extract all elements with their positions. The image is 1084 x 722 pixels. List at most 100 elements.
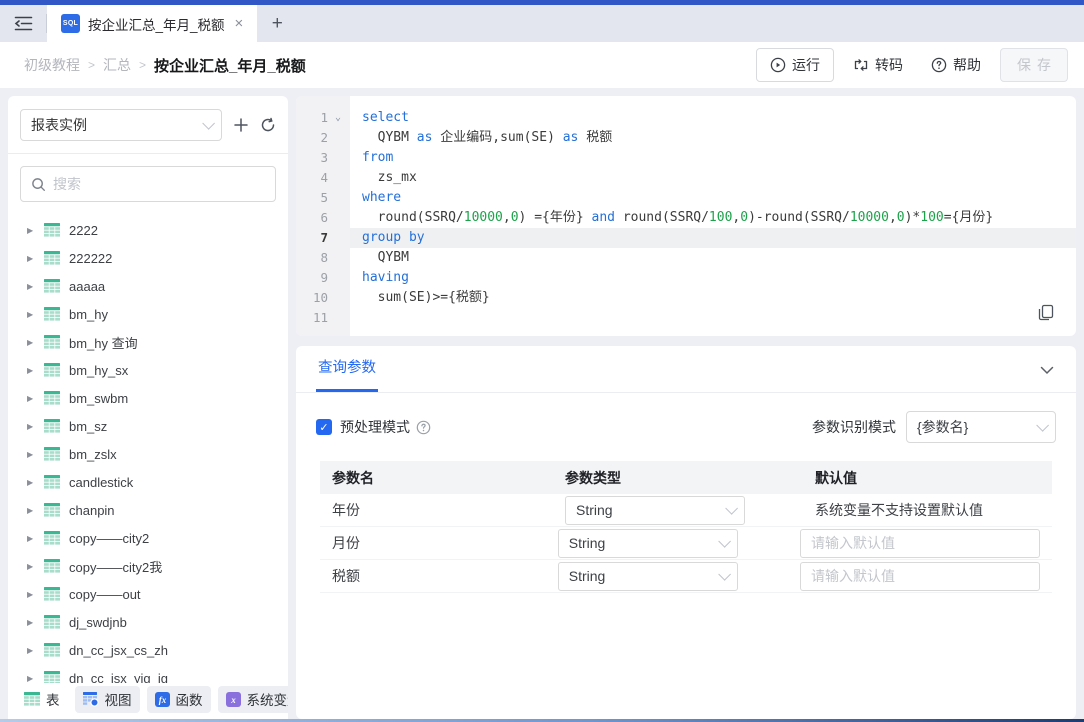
sidebar-tab-label: 视图 [105, 689, 132, 709]
caret-right-icon[interactable]: ▶ [27, 506, 35, 515]
param-mode-select[interactable]: {参数名} [906, 411, 1056, 443]
collapse-sidebar-icon[interactable] [0, 5, 46, 42]
tree-item[interactable]: ▶bm_zslx [8, 440, 288, 468]
caret-right-icon[interactable]: ▶ [27, 590, 35, 599]
tree-item[interactable]: ▶ chanpin [8, 496, 288, 524]
tree-item[interactable]: ▶aaaaa [8, 272, 288, 300]
breadcrumb-item[interactable]: 汇总 [103, 55, 131, 75]
caret-right-icon[interactable]: ▶ [27, 422, 35, 431]
refresh-icon[interactable] [260, 117, 276, 133]
tree-item-label: dj_swdjnb [69, 615, 127, 630]
table-icon [24, 692, 40, 706]
tree-item[interactable]: ▶222222 [8, 244, 288, 272]
tree-item[interactable]: ▶copy——out [8, 580, 288, 608]
breadcrumb-item[interactable]: 初级教程 [24, 55, 80, 75]
svg-text:x: x [230, 695, 236, 705]
tab-title: 按企业汇总_年月_税额 [88, 14, 225, 34]
sql-file-icon: SQL [61, 14, 80, 33]
tree-item[interactable]: ▶bm_sz [8, 412, 288, 440]
tree-item[interactable]: ▶copy——city2我 [8, 552, 288, 580]
caret-right-icon[interactable]: ▶ [27, 254, 35, 263]
code-text: where [296, 188, 1076, 208]
transcode-button[interactable]: 转码 [844, 48, 912, 82]
caret-right-icon[interactable]: ▶ [27, 282, 35, 291]
code-line[interactable]: 6 round(SSRQ/10000,0) ={年份} and round(SS… [296, 208, 1076, 228]
question-circle-icon[interactable] [416, 420, 431, 435]
params-controls: ✓ 预处理模式 参数识别模式 {参数名} [296, 393, 1076, 459]
code-line[interactable]: 9having [296, 268, 1076, 288]
code-line[interactable]: 8 QYBM [296, 248, 1076, 268]
code-line[interactable]: 4 zs_mx [296, 168, 1076, 188]
add-tab-button[interactable]: + [257, 5, 297, 42]
help-button[interactable]: 帮助 [922, 48, 990, 82]
tree-item[interactable]: ▶ dj_swdjnb [8, 608, 288, 636]
tree-item[interactable]: ▶bm_hy 查询 [8, 328, 288, 356]
variable-icon: x [226, 692, 241, 707]
code-area[interactable]: 1⌄select2 QYBM as 企业编码,sum(SE) as 税额3fro… [296, 96, 1076, 328]
col-header-type: 参数类型 [565, 468, 815, 488]
add-instance-icon[interactable] [233, 117, 249, 133]
caret-right-icon[interactable]: ▶ [27, 310, 35, 319]
page-title: 按企业汇总_年月_税额 [154, 55, 306, 76]
tree-item[interactable]: ▶copy——city2 [8, 524, 288, 552]
table-icon [44, 531, 60, 545]
sql-editor[interactable]: 1⌄select2 QYBM as 企业编码,sum(SE) as 税额3fro… [296, 96, 1076, 336]
tree-item[interactable]: ▶candlestick [8, 468, 288, 496]
table-icon [44, 307, 60, 321]
default-value-input[interactable] [800, 529, 1040, 558]
code-line[interactable]: 10 sum(SE)>={税额} [296, 288, 1076, 308]
caret-right-icon[interactable]: ▶ [27, 450, 35, 459]
caret-right-icon[interactable]: ▶ [27, 618, 35, 627]
tree-item-label: chanpin [69, 503, 115, 518]
code-line[interactable]: 1⌄select [296, 108, 1076, 128]
sidebar-tab-variable[interactable]: x系统变量 [218, 686, 289, 713]
param-default-cell [800, 562, 1040, 591]
default-value-input[interactable] [800, 562, 1040, 591]
caret-right-icon[interactable]: ▶ [27, 534, 35, 543]
tree-item[interactable]: ▶bm_hy_sx [8, 356, 288, 384]
sidebar-toolbar: 报表实例 [8, 96, 288, 154]
param-type-select[interactable]: String [558, 529, 738, 558]
run-label: 运行 [792, 55, 820, 75]
caret-right-icon[interactable]: ▶ [27, 562, 35, 571]
save-button[interactable]: 保存 [1000, 48, 1068, 82]
param-row: 月份String [320, 527, 1052, 560]
instance-type-select[interactable]: 报表实例 [20, 109, 222, 141]
copy-icon[interactable] [1038, 304, 1054, 324]
search-input[interactable] [53, 176, 265, 192]
code-line[interactable]: 11 [296, 308, 1076, 328]
caret-right-icon[interactable]: ▶ [27, 338, 35, 347]
code-line[interactable]: 2 QYBM as 企业编码,sum(SE) as 税额 [296, 128, 1076, 148]
tree-item[interactable]: ▶bm_swbm [8, 384, 288, 412]
fold-chevron-icon[interactable]: ⌄ [335, 108, 341, 128]
params-table-header: 参数名 参数类型 默认值 [320, 461, 1052, 494]
caret-right-icon[interactable]: ▶ [27, 646, 35, 655]
close-tab-icon[interactable]: × [233, 14, 246, 33]
tree-item[interactable]: ▶2222 [8, 216, 288, 244]
caret-right-icon[interactable]: ▶ [27, 674, 35, 683]
caret-right-icon[interactable]: ▶ [27, 226, 35, 235]
code-line[interactable]: 3from [296, 148, 1076, 168]
param-type-select[interactable]: String [565, 496, 745, 525]
collapse-panel-chevron-icon[interactable] [1040, 362, 1054, 378]
code-line[interactable]: 7group by [296, 228, 1076, 248]
tab-query-params[interactable]: 查询参数 [316, 356, 378, 392]
code-line[interactable]: 5where [296, 188, 1076, 208]
code-text: zs_mx [296, 168, 1076, 188]
sidebar-tab-function[interactable]: fx函数 [147, 686, 211, 713]
line-number: 3 [296, 148, 328, 168]
tree-item[interactable]: ▶dn_cc_jsx_cs_zh [8, 636, 288, 664]
tree-item[interactable]: ▶bm_hy [8, 300, 288, 328]
table-icon [44, 643, 60, 657]
caret-right-icon[interactable]: ▶ [27, 478, 35, 487]
param-type-cell: String [565, 496, 815, 525]
sidebar-tab-view[interactable]: 视图 [75, 686, 140, 713]
caret-right-icon[interactable]: ▶ [27, 394, 35, 403]
line-number: 4 [296, 168, 328, 188]
run-button[interactable]: 运行 [756, 48, 834, 82]
caret-right-icon[interactable]: ▶ [27, 366, 35, 375]
sidebar-tab-table[interactable]: 表 [16, 686, 68, 713]
tab-current[interactable]: SQL 按企业汇总_年月_税额 × [47, 5, 257, 42]
param-type-select[interactable]: String [558, 562, 738, 591]
preprocess-checkbox[interactable]: ✓ [316, 419, 332, 435]
